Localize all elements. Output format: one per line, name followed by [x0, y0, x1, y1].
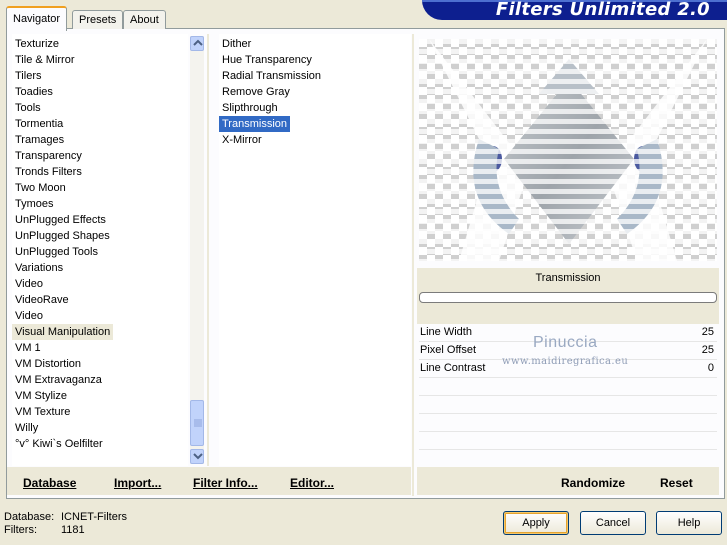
category-item[interactable]: Variations — [12, 260, 66, 276]
tab-about[interactable]: About — [123, 10, 166, 29]
filters-count: 1181 — [61, 524, 85, 536]
category-item[interactable]: Transparency — [12, 148, 85, 164]
param-row-empty — [419, 432, 717, 450]
category-item[interactable]: Tools — [12, 100, 44, 116]
category-item[interactable]: Tymoes — [12, 196, 57, 212]
apply-button[interactable]: Apply — [503, 511, 569, 535]
category-item[interactable]: VideoRave — [12, 292, 72, 308]
filter-item[interactable]: Slipthrough — [219, 100, 281, 116]
randomize-button[interactable]: Randomize — [561, 476, 625, 490]
category-item[interactable]: Tile & Mirror — [12, 52, 77, 68]
category-item[interactable]: VM Distortion — [12, 356, 84, 372]
param-label: Line Contrast — [420, 362, 486, 374]
cancel-button[interactable]: Cancel — [580, 511, 646, 535]
filter-item[interactable]: Transmission — [219, 116, 290, 132]
progress-bar — [419, 292, 717, 303]
filter-item[interactable]: Dither — [219, 36, 254, 52]
category-item[interactable]: VM 1 — [12, 340, 44, 356]
reset-button[interactable]: Reset — [660, 476, 693, 490]
chevron-up-icon — [193, 39, 203, 46]
filter-item[interactable]: X-Mirror — [219, 132, 265, 148]
category-item[interactable]: °v° Kiwi`s Oelfilter — [12, 436, 106, 452]
category-item[interactable]: Tilers — [12, 68, 44, 84]
category-item[interactable]: Tronds Filters — [12, 164, 85, 180]
database-value: ICNET-Filters — [61, 511, 127, 523]
filter-item[interactable]: Remove Gray — [219, 84, 293, 100]
param-label: Pixel Offset — [420, 344, 477, 356]
category-item[interactable]: UnPlugged Shapes — [12, 228, 113, 244]
scroll-thumb[interactable] — [190, 400, 204, 446]
filter-info-button[interactable]: Filter Info... — [193, 476, 258, 490]
category-item[interactable]: UnPlugged Effects — [12, 212, 109, 228]
app-title: Filters Unlimited 2.0 — [495, 0, 710, 20]
grip-icon — [194, 419, 202, 427]
divider — [412, 34, 414, 496]
category-item[interactable]: Tramages — [12, 132, 67, 148]
filter-item[interactable]: Radial Transmission — [219, 68, 324, 84]
category-item[interactable]: VM Stylize — [12, 388, 70, 404]
category-item[interactable]: UnPlugged Tools — [12, 244, 101, 260]
category-item[interactable]: Video — [12, 308, 46, 324]
param-label: Line Width — [420, 326, 472, 338]
category-item[interactable]: VM Texture — [12, 404, 73, 420]
category-item[interactable]: Visual Manipulation — [12, 324, 114, 340]
scroll-up-button[interactable] — [190, 36, 204, 51]
preview-artwork — [419, 39, 717, 261]
chevron-down-icon — [193, 453, 203, 460]
category-item[interactable]: Toadies — [12, 84, 56, 100]
watermark-site: www.maidiregrafica.eu — [502, 356, 629, 367]
database-label: Database: — [4, 511, 55, 523]
filter-item[interactable]: Hue Transparency — [219, 52, 315, 68]
tab-navigator[interactable]: Navigator — [6, 6, 68, 31]
tab-presets[interactable]: Presets — [72, 10, 124, 29]
category-item[interactable]: Video — [12, 276, 46, 292]
import-button[interactable]: Import... — [114, 476, 161, 490]
category-item[interactable]: Willy — [12, 420, 41, 436]
editor-button[interactable]: Editor... — [290, 476, 334, 490]
category-item[interactable]: Texturize — [12, 36, 62, 52]
filter-list[interactable]: Dither Hue Transparency Radial Transmissio… — [219, 34, 411, 466]
database-button[interactable]: Database — [23, 476, 76, 490]
scroll-down-button[interactable] — [190, 449, 204, 464]
filters-label: Filters: — [4, 524, 37, 536]
category-item[interactable]: Two Moon — [12, 180, 69, 196]
param-value[interactable]: 25 — [702, 324, 714, 341]
param-row-empty — [419, 396, 717, 414]
param-value[interactable]: 0 — [708, 360, 714, 377]
category-item[interactable]: VM Extravaganza — [12, 372, 105, 388]
preview-image — [419, 39, 717, 261]
param-row-empty — [419, 378, 717, 396]
param-value[interactable]: 25 — [702, 342, 714, 359]
param-row-empty — [419, 450, 717, 468]
help-button[interactable]: Help — [656, 511, 722, 535]
category-list[interactable]: Texturize Tile & Mirror Tilers Toadies Tools… — [12, 34, 188, 466]
param-row-empty — [419, 414, 717, 432]
filter-title: Transmission — [535, 272, 601, 284]
watermark-name: Pinuccia — [533, 334, 598, 351]
divider — [207, 34, 209, 466]
category-item[interactable]: Tormentia — [12, 116, 66, 132]
